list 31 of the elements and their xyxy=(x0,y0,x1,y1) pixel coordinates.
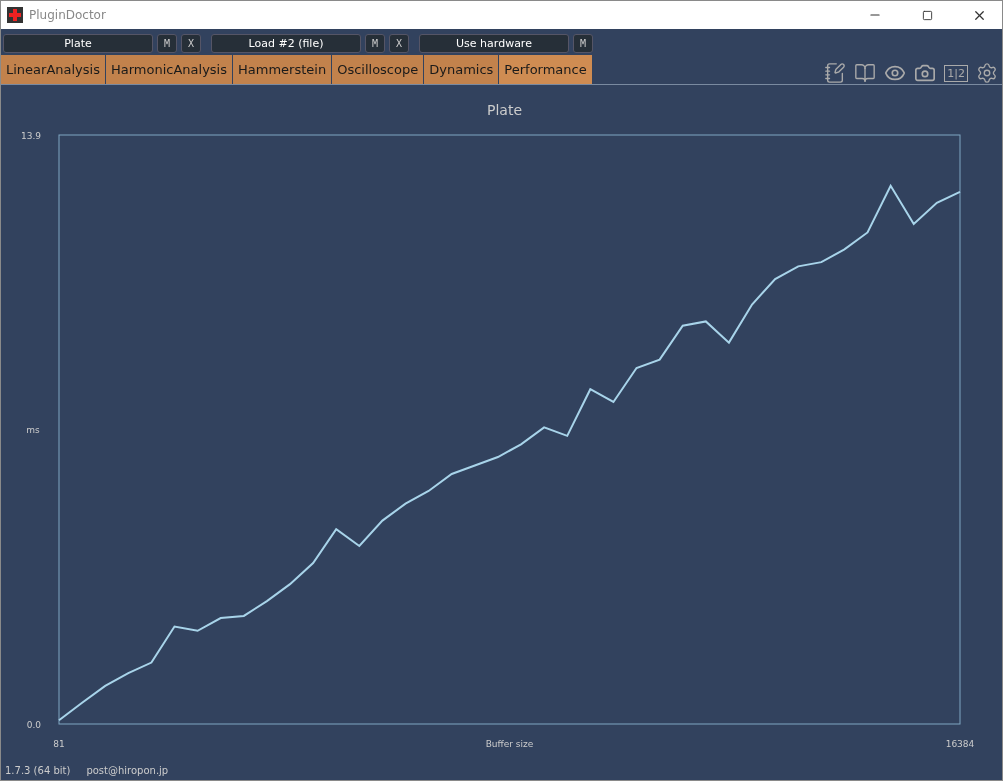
compare-button[interactable]: 1|2 xyxy=(944,64,968,82)
y-tick-label: 0.0 xyxy=(26,720,41,730)
maximize-icon[interactable] xyxy=(921,9,933,21)
email-label: post@hiropon.jp xyxy=(86,765,169,776)
app-logo-icon xyxy=(7,7,23,23)
settings-icon[interactable] xyxy=(976,62,998,84)
x-tick-label: 81 xyxy=(53,739,65,749)
chart-title: Plate xyxy=(487,102,522,118)
slot-option-button[interactable]: M xyxy=(365,34,385,53)
plugin-slot-button[interactable]: Load #2 (file) xyxy=(211,34,361,53)
tab[interactable]: Hammerstein xyxy=(233,55,333,84)
x-tick-label: 16384 xyxy=(945,739,975,749)
slot-option-button[interactable]: M xyxy=(157,34,177,53)
plugin-slot-button[interactable]: Plate xyxy=(3,34,153,53)
tab[interactable]: HarmonicAnalysis xyxy=(105,55,233,84)
slot-option-button[interactable]: X xyxy=(181,34,201,53)
plugin-slot-button[interactable]: Use hardware xyxy=(419,34,569,53)
book-icon[interactable] xyxy=(854,62,877,84)
y-tick-label: 13.9 xyxy=(20,131,41,141)
tab[interactable]: LinearAnalysis xyxy=(1,55,106,84)
tab[interactable]: Dynamics xyxy=(424,55,500,84)
tab[interactable]: Performance xyxy=(499,55,593,84)
window-title: PluginDoctor xyxy=(29,8,107,22)
tab[interactable]: Oscilloscope xyxy=(332,55,425,84)
notes-icon[interactable] xyxy=(824,62,847,84)
x-axis-label: Buffer size xyxy=(485,739,534,749)
version-label: 1.7.3 (64 bit) xyxy=(5,765,71,776)
slot-option-button[interactable]: X xyxy=(389,34,409,53)
y-axis-label: ms xyxy=(26,424,40,435)
camera-icon[interactable] xyxy=(914,62,937,84)
slot-option-button[interactable]: M xyxy=(573,34,593,53)
